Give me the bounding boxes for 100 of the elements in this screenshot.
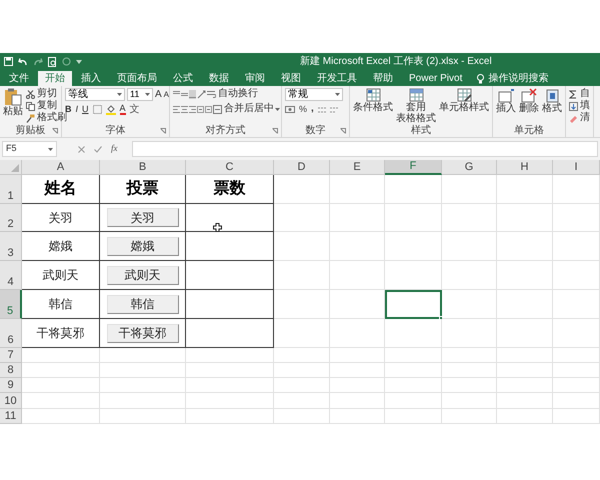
sheet-cell[interactable] [274,363,330,378]
sheet-cell[interactable] [553,232,600,261]
sheet-cell[interactable] [274,261,330,290]
ribbon-tab[interactable]: 公式 [166,71,200,86]
table-cell[interactable] [186,232,274,261]
ribbon-tab[interactable]: 开发工具 [310,71,364,86]
sheet-cell[interactable] [497,175,553,204]
sheet-cell[interactable] [497,290,553,319]
sheet-cell[interactable] [553,348,600,363]
ribbon-tab[interactable]: 开始 [38,71,72,86]
font-name-field[interactable]: 等线 [65,88,125,101]
table-cell[interactable]: 嫦娥 [100,232,186,261]
row-header[interactable]: 10 [0,393,22,409]
row-header[interactable]: 5 [0,290,22,319]
dialog-launcher-icon[interactable] [52,128,58,134]
sheet-cell[interactable] [274,409,330,424]
sheet-cell[interactable] [274,204,330,232]
sheet-cell[interactable] [497,378,553,393]
sheet-cell[interactable] [385,175,442,204]
orientation-icon[interactable] [197,90,206,98]
copy-button[interactable]: 复制 [26,100,67,112]
sheet-cell[interactable] [330,319,385,348]
customize-icon[interactable] [76,60,82,64]
sheet-cell[interactable] [497,204,553,232]
underline-button[interactable]: U [82,105,89,114]
ribbon-tab[interactable]: Power Pivot [402,71,470,86]
sheet-cell[interactable] [385,261,442,290]
column-header[interactable]: D [274,160,330,175]
caret-icon[interactable] [117,93,122,96]
table-cell[interactable]: 韩信 [100,290,186,319]
font-size-field[interactable]: 11 [127,88,153,101]
search-button[interactable]: 操作说明搜索 [471,71,554,86]
column-header[interactable]: A [22,160,100,175]
column-header[interactable]: C [186,160,274,175]
sheet-cell[interactable] [330,409,385,424]
grow-font-button[interactable]: A [155,90,162,100]
undo-icon[interactable] [18,58,28,66]
sheet-cell[interactable] [385,319,442,348]
caret-icon[interactable] [48,148,53,150]
align-bottom-icon[interactable] [189,90,196,98]
column-header[interactable]: I [553,160,600,175]
increase-indent-icon[interactable] [205,106,212,112]
sheet-cell[interactable] [186,378,274,393]
sheet-cell[interactable] [553,204,600,232]
ribbon-tab[interactable]: 文件 [2,71,36,86]
caret-icon[interactable] [335,93,340,96]
sheet-cell[interactable] [553,319,600,348]
sheet-cell[interactable] [330,232,385,261]
ribbon-tab[interactable]: 帮助 [366,71,400,86]
sheet-cell[interactable] [100,378,186,393]
sheet-cell[interactable] [330,175,385,204]
font-color-button[interactable]: A [120,104,126,115]
row-header[interactable]: 11 [0,409,22,424]
sheet-cell[interactable] [186,348,274,363]
row-header[interactable]: 2 [0,204,22,232]
percent-button[interactable]: % [299,104,308,114]
shrink-font-button[interactable]: A [164,90,170,98]
table-cell[interactable]: 关羽 [100,204,186,232]
sheet-cell[interactable] [186,409,274,424]
sheet-cell[interactable] [330,290,385,319]
table-cell[interactable] [186,261,274,290]
sheet-cell[interactable] [385,348,442,363]
cancel-icon[interactable] [78,146,85,152]
sheet-cell[interactable] [497,319,553,348]
sheet-cell[interactable] [22,378,100,393]
align-left-icon[interactable] [173,104,180,114]
conditional-formatting-button[interactable]: 条件格式 [353,88,393,113]
sheet-cell[interactable] [22,348,100,363]
sheet-cell[interactable] [553,261,600,290]
sheet-cell[interactable] [274,232,330,261]
phonetic-button[interactable]: 文 [130,104,140,114]
column-header[interactable]: F [385,160,442,175]
sheet-cell[interactable] [385,409,442,424]
sheet-cell[interactable] [100,363,186,378]
sheet-cell[interactable] [442,175,497,204]
currency-icon[interactable] [285,104,295,114]
sheet-cell[interactable] [385,204,442,232]
sheet-cell[interactable] [100,393,186,409]
wrap-text-button[interactable]: 自动换行 [207,88,258,100]
number-format-field[interactable]: 常规 [285,88,343,101]
vote-button[interactable]: 关羽 [106,208,178,227]
cell-styles-button[interactable]: 单元格样式 [439,88,489,113]
sheet-cell[interactable] [553,378,600,393]
decrease-decimal-icon[interactable] [330,104,338,114]
insert-cells-button[interactable]: 插入 [496,88,516,114]
delete-cells-button[interactable]: 删除 [519,88,539,114]
sheet-cell[interactable] [497,363,553,378]
vote-button[interactable]: 干将莫邪 [106,324,178,342]
caret-icon[interactable] [275,108,280,110]
row-header[interactable]: 6 [0,319,22,348]
sheet-cell[interactable] [385,393,442,409]
select-all-icon[interactable] [11,164,19,172]
sheet-cell[interactable] [330,378,385,393]
sheet-cell[interactable] [442,290,497,319]
row-header[interactable]: 8 [0,363,22,378]
row-header[interactable]: 9 [0,378,22,393]
sheet-cell[interactable] [22,409,100,424]
bold-button[interactable]: B [65,105,72,114]
sheet-cell[interactable] [442,363,497,378]
sheet-cell[interactable] [553,175,600,204]
